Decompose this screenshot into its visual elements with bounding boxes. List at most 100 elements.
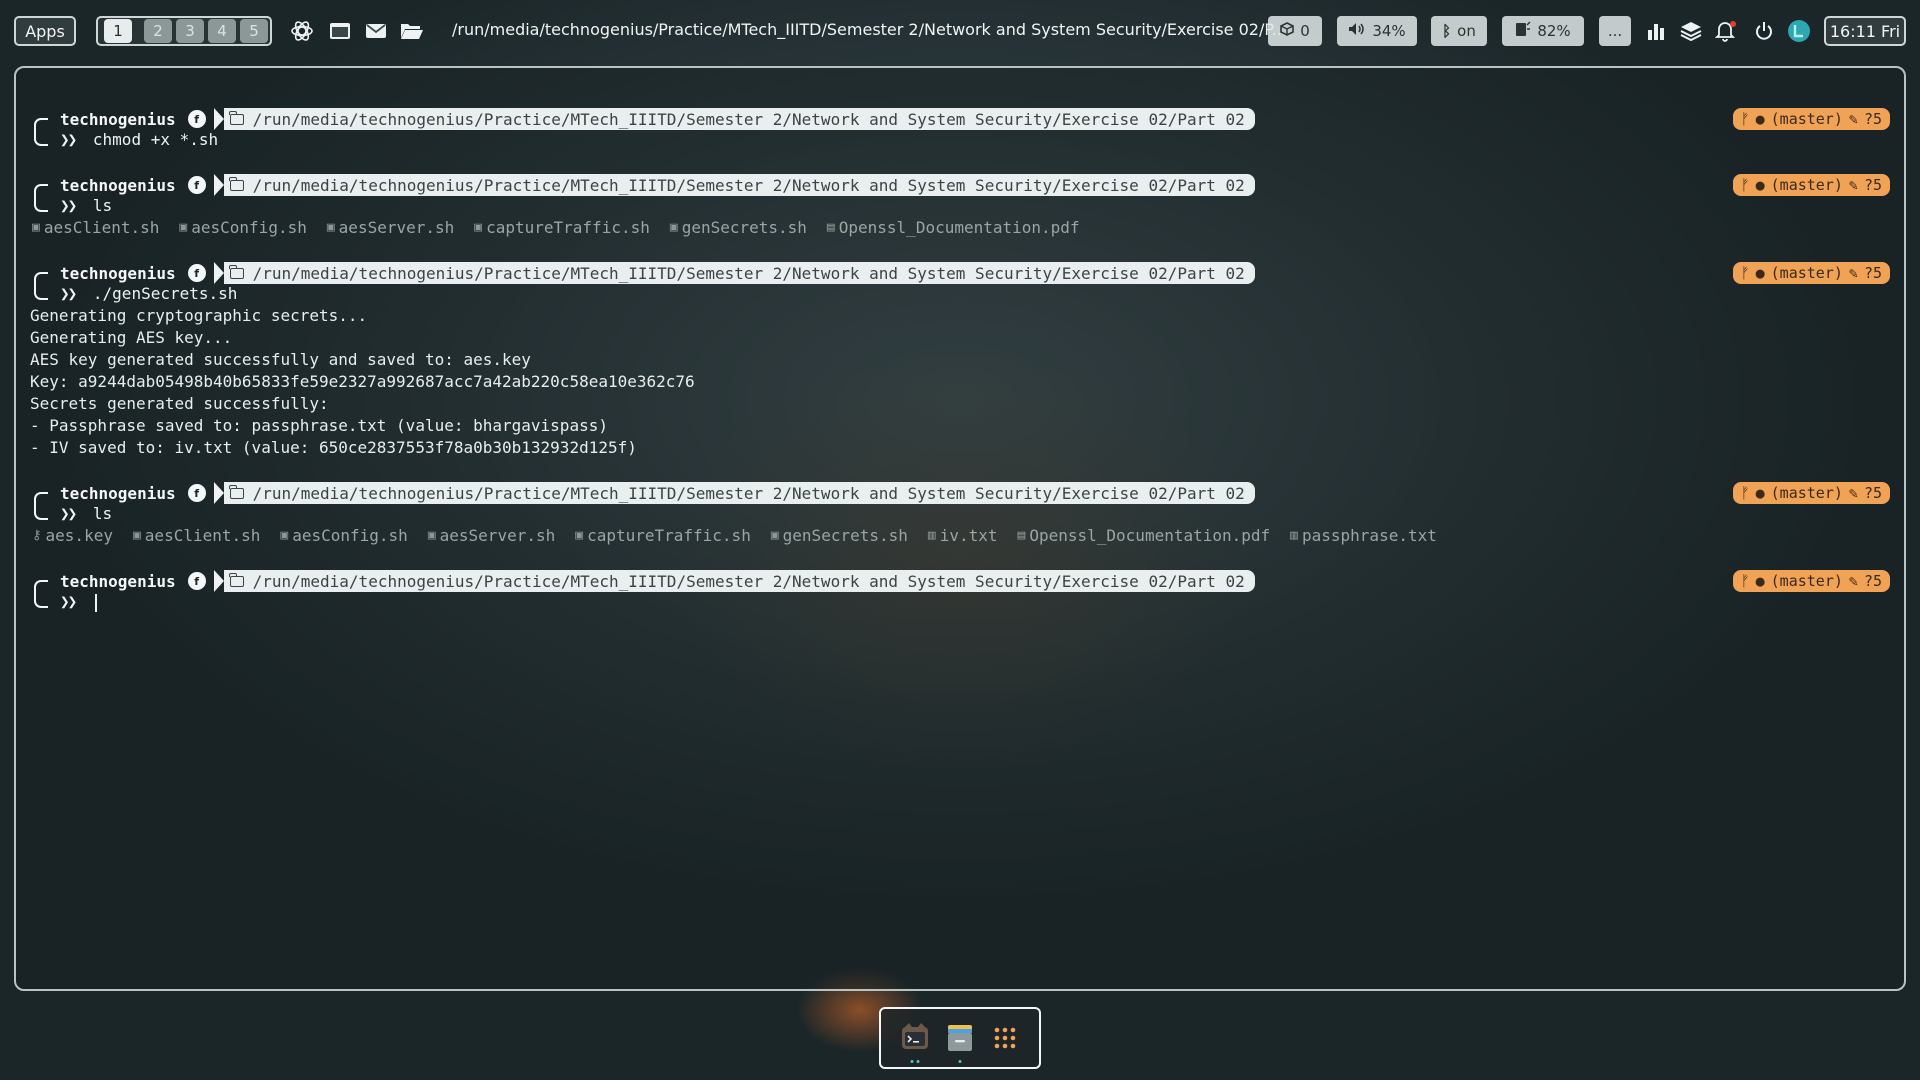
file-name: aesConfig.sh: [191, 218, 307, 237]
prompt-bracket: [34, 492, 48, 520]
volume-icon: [1348, 22, 1366, 40]
folder-open-icon[interactable]: [398, 17, 426, 45]
prompt-bracket: [34, 118, 48, 146]
terminal-app-icon[interactable]: [898, 1021, 932, 1063]
git-branch-icon: ᚠ: [1740, 264, 1750, 282]
edit-icon: ✎: [1848, 484, 1858, 502]
more-button[interactable]: ...: [1599, 16, 1631, 46]
file-name: genSecrets.sh: [681, 218, 807, 237]
script-file-icon: ▣: [32, 220, 40, 235]
user-avatar-icon[interactable]: [1785, 17, 1813, 45]
prompt-path: /run/media/technogenius/Practice/MTech_I…: [252, 175, 1245, 195]
prompt-path-segment: /run/media/technogenius/Practice/MTech_I…: [223, 482, 1255, 504]
fedora-icon: f: [187, 572, 206, 590]
prompt-path: /run/media/technogenius/Practice/MTech_I…: [252, 109, 1245, 129]
prompt-user: technogenius: [60, 263, 176, 283]
prompt-bracket: [34, 580, 48, 608]
git-untracked: ?5: [1863, 110, 1882, 128]
git-branch-icon: ᚠ: [1740, 176, 1750, 194]
workspace-1[interactable]: 1: [104, 19, 132, 43]
prompt-user: technogenius: [60, 109, 176, 129]
file-name: captureTraffic.sh: [486, 218, 650, 237]
app-grid-icon[interactable]: [988, 1021, 1022, 1055]
output-line: Key: a9244dab05498b40b65833fe59e2327a992…: [30, 372, 695, 391]
terminal-window[interactable]: technogenius f /run/media/technogenius/P…: [14, 66, 1906, 991]
git-status-segment: ᚠ ● (master) ✎ ?5: [1732, 482, 1890, 504]
prompt-symbol: ❯❯: [60, 504, 77, 523]
bluetooth-module[interactable]: ᛒ on: [1431, 16, 1487, 46]
ls-output: ⚷ aes.key ▣ aesClient.sh ▣ aesConfig.sh ▣ ae…: [32, 526, 1437, 545]
git-branch-icon: ᚠ: [1740, 572, 1750, 590]
git-branch-icon: ᚠ: [1740, 110, 1750, 128]
apps-button[interactable]: Apps: [14, 16, 76, 46]
prompt-bracket: [34, 184, 48, 212]
layers-icon[interactable]: [1677, 17, 1705, 45]
running-indicator: [910, 1060, 920, 1063]
brightness-module[interactable]: 82%: [1502, 16, 1584, 46]
prompt-arrow-icon: [213, 262, 224, 284]
key-icon: ⚷: [32, 528, 42, 543]
openai-icon[interactable]: [288, 17, 316, 45]
files-app-icon[interactable]: [943, 1021, 977, 1063]
prompt-arrow-icon: [213, 174, 224, 196]
fedora-icon: f: [187, 484, 206, 502]
command-text: ./genSecrets.sh: [92, 284, 238, 303]
output-line: Generating AES key...: [30, 328, 233, 347]
workspace-4[interactable]: 4: [208, 19, 236, 43]
volume-value: 34%: [1372, 22, 1406, 40]
git-untracked: ?5: [1863, 264, 1882, 282]
bluetooth-value: on: [1457, 22, 1476, 40]
folder-icon: [228, 572, 244, 587]
power-icon[interactable]: [1750, 17, 1778, 45]
output-line: Secrets generated successfully:: [30, 394, 329, 413]
script-file-icon: ▣: [326, 220, 335, 235]
script-file-icon: ▣: [770, 528, 779, 543]
file-entry: ▣ aesClient.sh: [32, 218, 159, 237]
bar-chart-icon[interactable]: [1642, 17, 1670, 45]
output-line: - IV saved to: iv.txt (value: 650ce28375…: [30, 438, 637, 457]
file-entry: ▣ aesConfig.sh: [179, 218, 306, 237]
file-entry: ▣ captureTraffic.sh: [474, 218, 650, 237]
prompt-arrow-icon: [213, 482, 224, 504]
file-name: genSecrets.sh: [782, 526, 908, 545]
prompt-path: /run/media/technogenius/Practice/MTech_I…: [252, 263, 1245, 283]
git-branch: (master): [1770, 484, 1843, 502]
workspace-5[interactable]: 5: [240, 19, 268, 43]
clock-label: 16:11 Fri: [1829, 21, 1901, 41]
github-icon: ●: [1755, 176, 1765, 194]
volume-module[interactable]: 34%: [1337, 16, 1417, 46]
github-icon: ●: [1755, 572, 1765, 590]
git-status-segment: ᚠ ● (master) ✎ ?5: [1732, 108, 1890, 130]
prompt-user: technogenius: [60, 483, 176, 503]
workspace-3[interactable]: 3: [176, 19, 204, 43]
notification-bell-icon[interactable]: [1711, 17, 1739, 45]
script-file-icon: ▣: [575, 528, 584, 543]
prompt-line: technogenius f /run/media/technogenius/P…: [60, 482, 1255, 504]
git-branch: (master): [1770, 176, 1843, 194]
prompt-line: technogenius f /run/media/technogenius/P…: [60, 262, 1255, 284]
script-file-icon: ▣: [669, 220, 678, 235]
brightness-icon: [1515, 21, 1531, 41]
git-branch: (master): [1770, 110, 1843, 128]
script-file-icon: ▣: [179, 220, 188, 235]
clock[interactable]: 16:11 Fri: [1824, 16, 1906, 46]
command-input[interactable]: ❯❯: [60, 592, 97, 612]
prompt-path-segment: /run/media/technogenius/Practice/MTech_I…: [223, 262, 1255, 284]
workspace-2[interactable]: 2: [144, 19, 172, 43]
file-entry: ▥ iv.txt: [928, 526, 998, 545]
window-icon[interactable]: [326, 17, 354, 45]
script-file-icon: ▣: [427, 528, 436, 543]
file-name: aes.key: [45, 526, 113, 545]
script-file-icon: ▣: [280, 528, 289, 543]
prompt-line: technogenius f /run/media/technogenius/P…: [60, 570, 1255, 592]
pdf-file-icon: ▤: [1017, 528, 1026, 543]
prompt-path: /run/media/technogenius/Practice/MTech_I…: [252, 483, 1245, 503]
mail-icon[interactable]: [362, 17, 390, 45]
prompt-symbol: ❯❯: [60, 592, 77, 611]
file-entry: ▣ aesClient.sh: [133, 526, 260, 545]
file-entry: ▤ Openssl_Documentation.pdf: [1018, 526, 1271, 545]
git-untracked: ?5: [1863, 572, 1882, 590]
folder-icon: [228, 176, 244, 191]
updates-module[interactable]: 0: [1268, 16, 1322, 46]
github-icon: ●: [1755, 264, 1765, 282]
